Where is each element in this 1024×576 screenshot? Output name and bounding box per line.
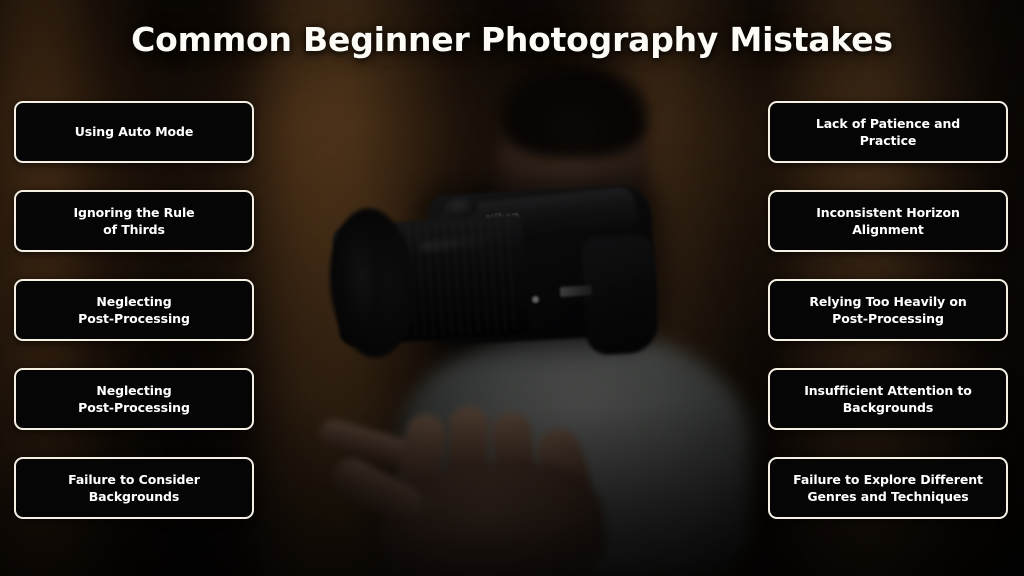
mistake-item-right-2[interactable]: Inconsistent Horizon Alignment xyxy=(768,190,1008,252)
mistake-item-left-4[interactable]: Neglecting Post-Processing xyxy=(14,368,254,430)
left-column: Using Auto Mode Ignoring the Rule of Thi… xyxy=(14,101,254,519)
mistake-label: Neglecting Post-Processing xyxy=(78,293,190,326)
mistake-label: Ignoring the Rule of Thirds xyxy=(73,204,195,237)
mistake-item-right-5[interactable]: Failure to Explore Different Genres and … xyxy=(768,457,1008,519)
slide-content: Common Beginner Photography Mistakes Usi… xyxy=(0,0,1024,576)
mistake-item-right-3[interactable]: Relying Too Heavily on Post-Processing xyxy=(768,279,1008,341)
mistake-label: Inconsistent Horizon Alignment xyxy=(816,204,960,237)
mistake-item-left-2[interactable]: Ignoring the Rule of Thirds xyxy=(14,190,254,252)
page-title: Common Beginner Photography Mistakes xyxy=(131,20,893,59)
mistake-item-right-4[interactable]: Insufficient Attention to Backgrounds xyxy=(768,368,1008,430)
mistake-label: Insufficient Attention to Backgrounds xyxy=(804,382,972,415)
mistake-item-right-1[interactable]: Lack of Patience and Practice xyxy=(768,101,1008,163)
mistake-item-left-5[interactable]: Failure to Consider Backgrounds xyxy=(14,457,254,519)
mistake-item-left-3[interactable]: Neglecting Post-Processing xyxy=(14,279,254,341)
mistake-item-left-1[interactable]: Using Auto Mode xyxy=(14,101,254,163)
mistake-label: Using Auto Mode xyxy=(74,124,194,140)
mistake-label: Failure to Explore Different Genres and … xyxy=(793,471,983,504)
mistake-label: Relying Too Heavily on Post-Processing xyxy=(809,293,967,326)
mistake-label: Lack of Patience and Practice xyxy=(815,115,961,148)
slide-canvas: Nikon Common Beginner Photography Mistak… xyxy=(0,0,1024,576)
mistake-label: Failure to Consider Backgrounds xyxy=(68,471,200,504)
right-column: Lack of Patience and Practice Inconsiste… xyxy=(768,101,1008,519)
mistake-label: Neglecting Post-Processing xyxy=(78,382,190,415)
